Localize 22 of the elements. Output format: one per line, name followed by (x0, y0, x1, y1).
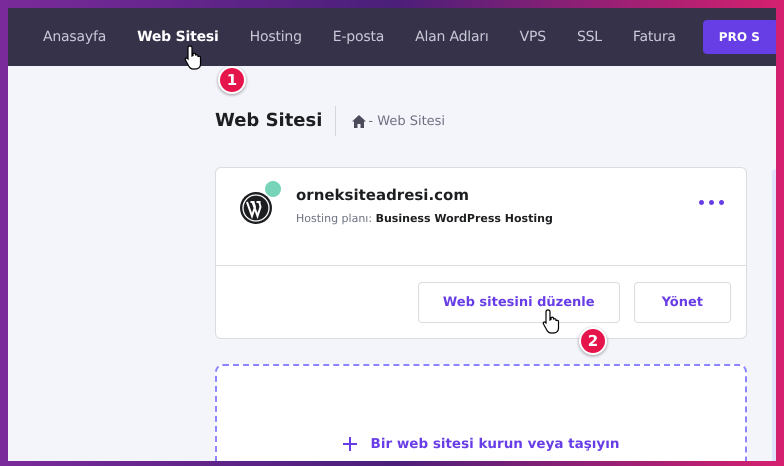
add-website-panel[interactable]: Bir web sitesi kurun veya taşıyın (215, 364, 747, 461)
page-title: Web Sitesi (215, 106, 336, 136)
pro-button[interactable]: PRO S (702, 20, 776, 54)
step-badge: 2 (579, 327, 607, 355)
plus-icon (342, 437, 357, 451)
nav-tab[interactable]: Web Sitesi (137, 29, 219, 45)
nav-tab[interactable]: Hosting (250, 29, 302, 45)
nav-tab[interactable]: SSL (576, 29, 602, 45)
nav-tab[interactable]: Anasayfa (43, 29, 106, 45)
hosting-plan: Hosting planı: Business WordPress Hosting (296, 212, 554, 225)
manage-button[interactable]: Yönet (634, 282, 731, 323)
domain-name: orneksiteadresi.com (296, 186, 470, 204)
nav-tab[interactable]: Fatura (632, 29, 676, 45)
nav-tab[interactable]: VPS (520, 29, 546, 45)
add-website-label: Bir web sitesi kurun veya taşıyın (370, 436, 620, 452)
nav-tab[interactable]: E-posta (332, 29, 384, 45)
nav-tab[interactable]: Alan Adları (415, 29, 489, 45)
breadcrumb-link[interactable]: - Web Sitesi (368, 114, 446, 128)
home-icon (352, 114, 366, 128)
step-badge: 1 (218, 66, 246, 94)
edit-website-button[interactable]: Web sitesini düzenle (418, 282, 620, 323)
wordpress-logo-icon (239, 191, 273, 225)
